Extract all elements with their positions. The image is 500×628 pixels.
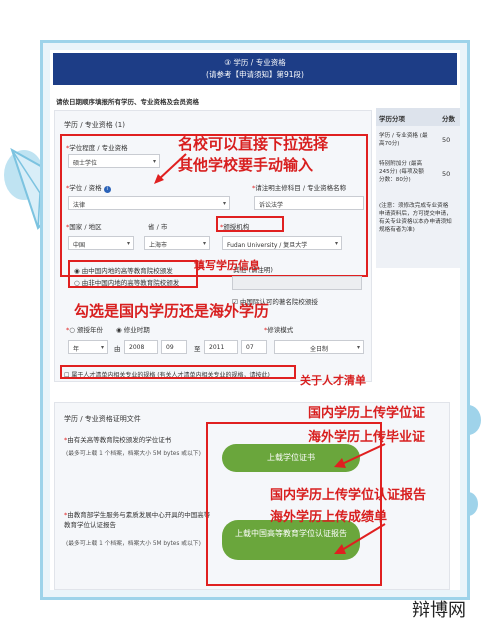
watermark: 辩博网	[412, 600, 466, 621]
doc2-title: *由教育部学生服务与素质发展中心开具的中国高等教育学位认证报告	[64, 511, 211, 529]
page-header: ③ 学历 / 专业资格 (请参考【申请须知】第91段)	[53, 53, 457, 85]
chevron-down-icon: ▾	[356, 344, 360, 351]
score-row-2: 特别附加分 (最高245分) (每项及额分数：80分)	[379, 161, 424, 183]
doc1-title: *由有关高等教育院校颁发的学位证书	[64, 436, 172, 444]
to-year-select[interactable]: 2011	[204, 340, 238, 354]
annotation-domestic-tip: 勾选是国内学历还是海外学历	[74, 302, 270, 320]
score-row-2-value: 50	[442, 170, 451, 178]
to-label: 至	[194, 345, 201, 353]
country-select[interactable]: 中国 ▾	[68, 236, 134, 250]
header-subtitle: (请参考【申请须知】第91段)	[206, 70, 304, 79]
doc1-hint: (最多可上载 1 个档案，档案大小 5M bytes 或以下)	[66, 451, 201, 457]
city-select[interactable]: 上海市 ▾	[144, 236, 210, 250]
chevron-down-icon: ▾	[222, 200, 226, 207]
score-table-col1: 学历分项	[379, 115, 405, 123]
from-year-select[interactable]: 2008	[124, 340, 158, 354]
chevron-down-icon: ▾	[126, 240, 130, 247]
docs-title: 学历 / 专业资格证明文件	[64, 415, 141, 423]
annotation-box-talent	[60, 365, 296, 379]
major-label: *请注明主修科目 / 专业资格名称	[252, 184, 347, 192]
annotation-fill-info: 填写学历信息	[194, 259, 260, 272]
doc2-hint: (最多可上载 1 个档案，档案大小 5M bytes 或以下)	[66, 541, 201, 547]
degree-label: *学位 / 资格 i	[66, 182, 111, 193]
from-month-select[interactable]: 09	[161, 340, 187, 354]
radio-icon: ◉	[116, 326, 122, 334]
info-icon[interactable]: i	[103, 186, 111, 193]
score-table-header: 学历分项 分数	[376, 108, 460, 126]
from-label: 由	[114, 345, 121, 353]
annotation-upload1-a: 国内学历上传学位证	[308, 406, 426, 421]
to-month-select[interactable]: 07	[241, 340, 267, 354]
chevron-down-icon: ▾	[100, 344, 104, 351]
annotation-box-institution	[216, 216, 284, 232]
institution-select[interactable]: Fudan University / 复旦大学 ▾	[222, 236, 342, 250]
score-row-1: 学历 / 专业资格 (最高70分)	[379, 133, 428, 147]
degree-select[interactable]: 法律 ▾	[68, 196, 230, 210]
annotation-select-tip-2: 其他学校要手动输入	[178, 156, 314, 174]
city-label: 省 / 市	[148, 223, 168, 231]
option-year[interactable]: *○ 颁授年份	[66, 324, 103, 334]
annotation-box-radios	[68, 260, 198, 288]
section-title: 学历 / 专业资格 (1)	[64, 121, 125, 129]
level-label: *学位程度 / 专业资格	[66, 144, 128, 152]
other-input[interactable]	[232, 276, 362, 290]
level-select[interactable]: 硕士学位 ▾	[68, 154, 160, 168]
arrow-icon	[334, 523, 386, 554]
year-select[interactable]: 年 ▾	[68, 340, 108, 354]
major-input[interactable]: 诉讼法学	[254, 196, 364, 210]
intro-text: 请依日期顺序填报所有学历、专业资格及会员资格	[56, 98, 199, 106]
chevron-down-icon: ▾	[202, 240, 206, 247]
mode-label: *修读模式	[264, 326, 294, 334]
score-row-1-value: 50	[442, 136, 451, 144]
mode-select[interactable]: 全日制 ▾	[274, 340, 364, 354]
score-table-col2: 分数	[442, 115, 455, 123]
country-label: *国家 / 地区	[66, 223, 102, 231]
option-period[interactable]: ◉ 修业时期	[116, 324, 150, 334]
annotation-talent-tip: 关于人才清单	[300, 374, 366, 387]
arrow-icon	[334, 443, 386, 468]
annotation-upload2-a: 国内学历上传学位认证报告	[270, 488, 427, 503]
header-title: ③ 学历 / 专业资格	[224, 58, 286, 67]
score-note: (注意：须修改完成专业资格申请资料后，方可提交申请，有关专业资格以本办申请须知规…	[379, 203, 452, 233]
arrow-icon	[154, 153, 187, 184]
chevron-down-icon: ▾	[334, 240, 338, 247]
score-table: 学历分项 分数 学历 / 专业资格 (最高70分) 50 特别附加分 (最高24…	[376, 108, 460, 268]
annotation-select-tip-1: 名校可以直接下拉选择	[178, 135, 329, 153]
